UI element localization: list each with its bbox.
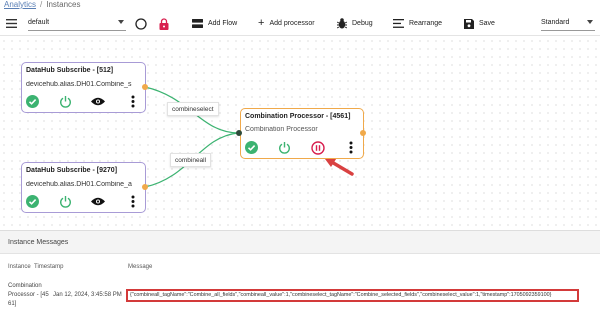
view-mode-select[interactable]: Standard <box>541 15 595 31</box>
node-title: Combination Processor - [4561] <box>245 113 351 120</box>
node-subtitle: devicehub.alias.DH01.Combine_s <box>26 81 132 88</box>
node-subtitle: devicehub.alias.DH01.Combine_a <box>26 181 132 188</box>
breadcrumb: Analytics / Instances <box>0 0 600 9</box>
pause-icon[interactable] <box>311 141 325 155</box>
node-title: DataHub Subscribe - [512] <box>26 67 114 74</box>
node-title: DataHub Subscribe - [9270] <box>26 167 118 174</box>
power-icon[interactable] <box>59 95 72 108</box>
hamburger-menu-icon[interactable] <box>6 11 17 36</box>
column-header-message: Message <box>128 264 153 270</box>
more-vertical-icon[interactable] <box>131 195 135 208</box>
add-flow-label: Add Flow <box>208 20 238 27</box>
lock-icon[interactable] <box>159 11 169 36</box>
node-subtitle: Combination Processor <box>245 126 318 133</box>
output-port-4561[interactable] <box>360 130 366 136</box>
rearrange-icon <box>393 19 404 28</box>
check-circle-icon[interactable] <box>26 195 39 208</box>
breadcrumb-analytics-link[interactable]: Analytics <box>4 0 36 9</box>
save-icon <box>464 18 474 29</box>
eye-icon[interactable] <box>91 197 105 206</box>
breadcrumb-current: Instances <box>46 0 81 9</box>
row-message-highlighted: {"combineall_tagName":"Combine_all_field… <box>126 289 579 302</box>
power-icon[interactable] <box>278 141 291 154</box>
chevron-down-icon <box>118 20 124 24</box>
more-vertical-icon[interactable] <box>131 95 135 108</box>
output-port-9270[interactable] <box>142 184 148 190</box>
save-button[interactable]: Save <box>464 11 495 36</box>
save-label: Save <box>479 20 495 27</box>
power-icon[interactable] <box>59 195 72 208</box>
column-header-instance: Instance <box>8 264 31 270</box>
input-port-4561[interactable] <box>236 130 242 136</box>
add-flow-button[interactable]: Add Flow <box>192 11 237 36</box>
rearrange-label: Rearrange <box>409 20 443 27</box>
flow-icon <box>192 19 203 28</box>
dataset-select[interactable]: default <box>28 15 126 31</box>
plus-icon: + <box>258 17 265 29</box>
view-mode-value: Standard <box>541 19 570 26</box>
flow-canvas[interactable]: DataHub Subscribe - [512] devicehub.alia… <box>0 37 600 230</box>
debug-button[interactable]: Debug <box>337 11 373 36</box>
chevron-down-icon <box>587 20 593 24</box>
combination-processor-node-4561[interactable]: Combination Processor - [4561] Combinati… <box>240 108 364 159</box>
row-instance-line2: Processor - [45 <box>8 292 49 298</box>
panel-title: Instance Messages <box>0 231 600 254</box>
dataset-select-value: default <box>28 19 50 26</box>
output-port-512[interactable] <box>142 84 148 90</box>
datahub-subscribe-node-512[interactable]: DataHub Subscribe - [512] devicehub.alia… <box>21 62 146 113</box>
debug-label: Debug <box>352 20 373 27</box>
eye-icon[interactable] <box>91 97 105 106</box>
row-timestamp: Jan 12, 2024, 3:45:58 PM <box>53 292 122 298</box>
bug-icon <box>337 18 347 29</box>
breadcrumb-separator: / <box>40 0 43 9</box>
column-header-timestamp: Timestamp <box>34 264 64 270</box>
datahub-subscribe-node-9270[interactable]: DataHub Subscribe - [9270] devicehub.ali… <box>21 162 146 213</box>
edge-label-combineselect[interactable]: combineselect <box>167 102 219 116</box>
edge-label-combineall[interactable]: combineall <box>170 153 212 167</box>
add-processor-button[interactable]: + Add processor <box>258 11 315 36</box>
toolbar: default Add Flow + Add processor Debug R… <box>0 11 600 36</box>
check-circle-icon[interactable] <box>245 141 258 154</box>
more-vertical-icon[interactable] <box>349 141 353 154</box>
add-processor-label: Add processor <box>269 20 315 27</box>
check-circle-icon[interactable] <box>26 95 39 108</box>
row-instance-line3: 61] <box>8 301 17 307</box>
rearrange-button[interactable]: Rearrange <box>393 11 442 36</box>
circle-outline-icon[interactable] <box>135 11 147 36</box>
row-instance-line1: Combination <box>8 283 42 289</box>
